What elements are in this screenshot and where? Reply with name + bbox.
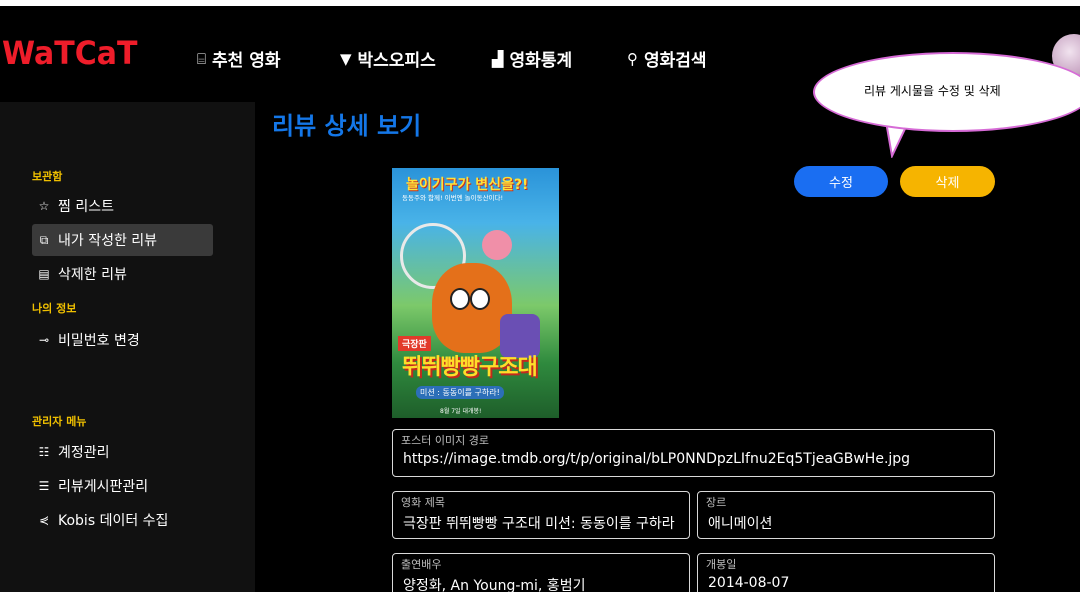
nav-label: 박스오피스: [357, 51, 436, 71]
field-label: 개봉일: [706, 558, 737, 571]
nav-recommended[interactable]: ⌸ 추천 영화: [197, 46, 281, 72]
sidebar-item-label: 비밀번호 변경: [58, 333, 140, 349]
sidebar-section-my-info: 나의 정보: [32, 302, 77, 315]
field-label: 출연배우: [401, 558, 442, 571]
field-value: 애니메이션: [708, 516, 773, 532]
field-label: 영화 제목: [401, 496, 445, 509]
sidebar-item-deleted-reviews[interactable]: ▤ 삭제한 리뷰: [32, 258, 213, 290]
nav-statistics[interactable]: ▟ 영화통계: [492, 46, 573, 72]
bar-chart-icon: ▟: [492, 49, 504, 68]
sidebar-item-label: Kobis 데이터 수집: [58, 513, 169, 529]
sidebar-item-label: 삭제한 리뷰: [58, 267, 127, 283]
genre-field[interactable]: 장르 애니메이션: [697, 491, 995, 539]
sidebar-item-label: 내가 작성한 리뷰: [58, 233, 158, 249]
trophy-icon: ▼: [340, 49, 352, 68]
movie-title-field[interactable]: 영화 제목 극장판 뛰뛰빵빵 구조대 미션: 동동이를 구하라: [392, 491, 690, 539]
field-value: 극장판 뛰뛰빵빵 구조대 미션: 동동이를 구하라: [403, 516, 675, 532]
cast-field[interactable]: 출연배우 양정화, An Young-mi, 홍범기: [392, 553, 690, 592]
eye-graphic: [470, 288, 490, 310]
field-value: https://image.tmdb.org/t/p/original/bLP0…: [403, 451, 911, 467]
list-icon: ⌸: [197, 49, 207, 68]
field-value: 2014-08-07: [708, 575, 790, 591]
poster-subline: 동동주와 함께! 이번엔 놀이동산이다!: [402, 194, 504, 202]
nav-label: 추천 영화: [212, 51, 281, 71]
sidebar-item-change-password[interactable]: ⊸ 비밀번호 변경: [32, 324, 213, 356]
nav-label: 영화통계: [509, 51, 573, 71]
share-icon: ⋞: [38, 513, 50, 527]
field-value: 양정화, An Young-mi, 홍범기: [403, 578, 586, 592]
pink-character-graphic: [482, 230, 512, 260]
poster-title: 뛰뛰빵빵구조대: [402, 355, 538, 380]
sidebar-item-kobis-data[interactable]: ⋞ Kobis 데이터 수집: [32, 504, 213, 536]
nav-boxoffice[interactable]: ▼ 박스오피스: [340, 46, 436, 72]
release-date-field[interactable]: 개봉일 2014-08-07: [697, 553, 995, 592]
eye-graphic: [450, 288, 470, 310]
poster-headline: 놀이기구가 변신을?!: [406, 177, 529, 193]
poster-release: 8월 7일 대개봉!: [440, 408, 482, 415]
edit-button[interactable]: 수정: [794, 166, 888, 197]
nav-search[interactable]: ⚲ 영화검색: [627, 46, 707, 72]
poster-path-field[interactable]: 포스터 이미지 경로 https://image.tmdb.org/t/p/or…: [392, 429, 995, 477]
sidebar-item-label: 계정관리: [58, 445, 110, 461]
star-icon: ☆: [38, 199, 50, 213]
users-icon: ☷: [38, 445, 50, 459]
poster-mission: 미션 : 동동이를 구하라!: [416, 386, 504, 399]
sidebar-item-label: 찜 리스트: [58, 199, 114, 215]
sidebar-item-label: 리뷰게시판관리: [58, 479, 149, 495]
delete-button[interactable]: 삭제: [900, 166, 995, 197]
sidebar: 보관함 ☆ 찜 리스트 ⧉ 내가 작성한 리뷰 ▤ 삭제한 리뷰 나의 정보 ⊸…: [0, 102, 255, 592]
field-label: 포스터 이미지 경로: [401, 434, 489, 447]
key-icon: ⊸: [38, 333, 50, 347]
movie-poster: 놀이기구가 변신을?! 동동주와 함께! 이번엔 놀이동산이다! 극장판 뛰뛰빵…: [392, 168, 559, 418]
sidebar-item-account-management[interactable]: ☷ 계정관리: [32, 436, 213, 468]
sidebar-item-review-board-management[interactable]: ☰ 리뷰게시판관리: [32, 470, 213, 502]
app-logo[interactable]: WaTCaT: [2, 35, 137, 73]
sidebar-item-wishlist[interactable]: ☆ 찜 리스트: [32, 190, 213, 222]
field-label: 장르: [706, 496, 727, 509]
search-icon: ⚲: [627, 49, 638, 68]
sidebar-item-my-reviews[interactable]: ⧉ 내가 작성한 리뷰: [32, 224, 213, 256]
book-icon: ⧉: [39, 232, 49, 247]
archive-icon: ▤: [38, 267, 50, 281]
sidebar-section-storage: 보관함: [32, 170, 63, 183]
list-icon: ☰: [38, 479, 50, 493]
sidebar-section-admin: 관리자 메뉴: [32, 415, 87, 428]
nav-label: 영화검색: [644, 51, 707, 71]
page-title: 리뷰 상세 보기: [272, 112, 422, 140]
callout-text: 리뷰 게시물을 수정 및 삭제: [864, 84, 1001, 98]
